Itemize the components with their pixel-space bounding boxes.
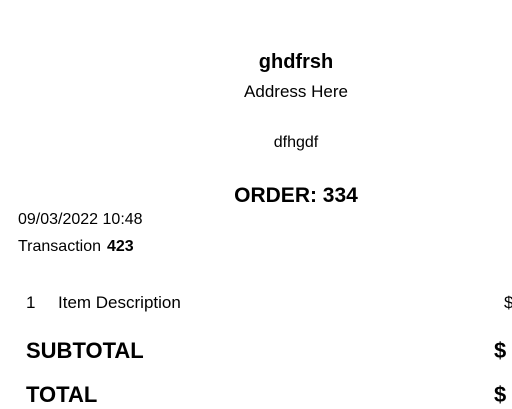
transaction-line: Transaction 423 xyxy=(18,237,134,256)
receipt: ghdfrsh Address Here dfhgdf ORDER: 334 0… xyxy=(0,0,512,407)
order-datetime: 09/03/2022 10:48 xyxy=(18,211,143,228)
transaction-label: Transaction xyxy=(18,238,101,255)
subtotal-amount: $ xyxy=(494,338,507,363)
item-description: Item Description xyxy=(58,293,181,312)
order-number: ORDER: 334 xyxy=(234,184,358,207)
transaction-number: 423 xyxy=(107,238,134,255)
total-label: TOTAL xyxy=(26,382,98,407)
item-price: $ xyxy=(504,293,512,312)
line-item: 1 Item Description $ xyxy=(26,292,512,314)
total-row: TOTAL $ xyxy=(26,381,512,409)
store-address: Address Here xyxy=(244,82,348,101)
item-quantity: 1 xyxy=(26,293,36,312)
subtotal-row: SUBTOTAL $ xyxy=(26,337,512,365)
store-note: dfhgdf xyxy=(273,134,319,151)
total-amount: $ xyxy=(494,382,507,407)
store-name: ghdfrsh xyxy=(258,51,334,73)
subtotal-label: SUBTOTAL xyxy=(26,338,144,363)
